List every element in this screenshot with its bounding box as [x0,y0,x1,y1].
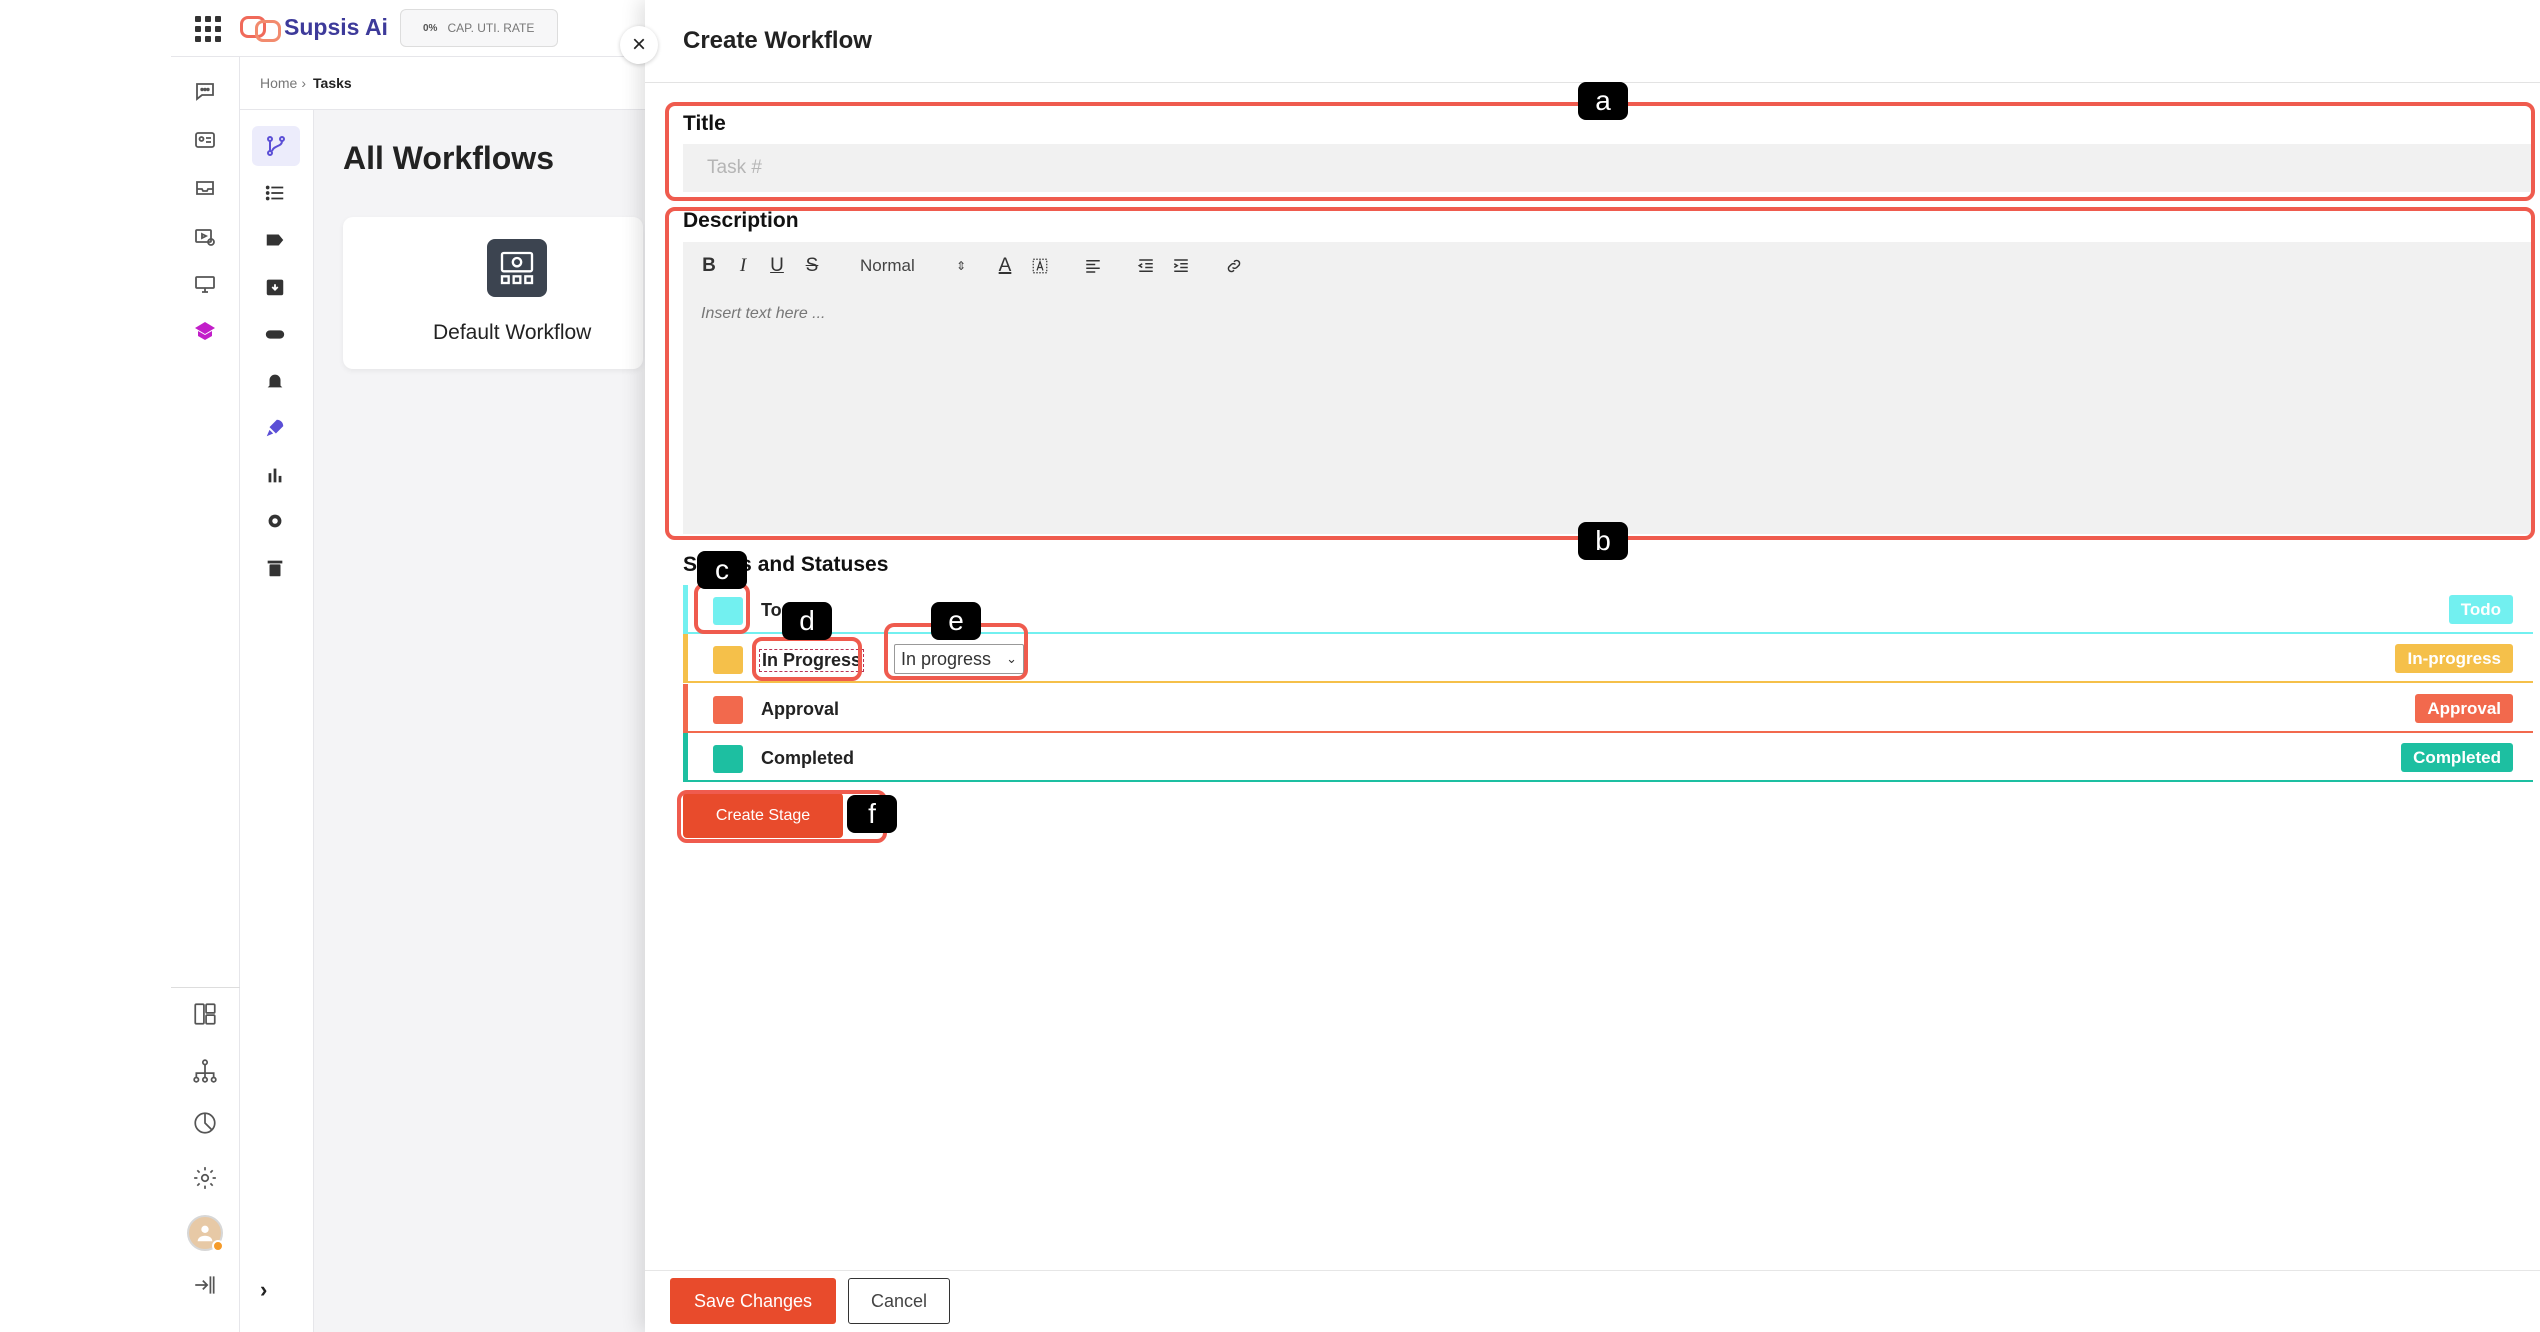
breadcrumb: Home › Tasks [240,57,651,110]
school-icon[interactable] [192,318,218,344]
strikethrough-button[interactable]: S [803,252,821,280]
logout-icon[interactable] [192,1272,218,1298]
create-stage-button[interactable]: Create Stage [683,793,843,838]
capacity-percent: 0% [423,22,438,34]
stage-name-input[interactable]: In Progress [759,649,865,672]
breadcrumb-separator: › [301,75,307,91]
inbox-icon[interactable] [192,175,218,201]
workflow-diagram-icon [487,239,547,297]
workflow-card-label: Default Workflow [433,321,592,344]
cancel-button[interactable]: Cancel [848,1278,950,1324]
brand-logo-icon [240,14,281,42]
status-badge: Approval [2415,694,2513,723]
settings-gear-icon[interactable] [192,1165,218,1191]
stage-row-completed[interactable]: Completed Completed [683,733,2533,782]
stage-status-select[interactable]: In progress ⌄ [894,644,1024,674]
contact-card-icon[interactable] [192,127,218,153]
save-changes-button[interactable]: Save Changes [670,1278,836,1324]
status-badge: In-progress [2395,644,2513,673]
description-placeholder: Insert text here ... [701,305,826,322]
status-badge: Todo [2448,595,2513,624]
outdent-icon[interactable] [1135,252,1157,280]
stage-name[interactable]: Completed [761,748,854,769]
media-settings-icon[interactable] [192,224,218,250]
title-input[interactable] [683,144,2533,192]
drawer-title: Create Workflow [683,27,872,54]
apps-grid-icon[interactable] [195,16,221,42]
pie-chart-icon[interactable] [192,1110,218,1136]
status-badge: Completed [2401,743,2513,772]
link-icon[interactable] [1223,252,1245,280]
stage-name[interactable]: Approval [761,699,839,720]
settings-icon[interactable] [262,508,288,534]
font-size-value: Normal [860,256,915,275]
annotation-tag-e: e [931,602,981,640]
underline-button[interactable]: U [768,252,786,280]
gamepad-icon[interactable] [262,321,288,347]
stage-color-swatch[interactable] [713,696,743,724]
archive-icon[interactable] [262,274,288,300]
layout-panels-icon[interactable] [192,1001,218,1027]
stage-row-approval[interactable]: Approval Approval [683,684,2533,733]
annotation-tag-b: b [1578,522,1628,560]
stage-status-value: In progress [901,648,992,669]
annotation-tag-f: f [847,795,897,833]
align-left-icon[interactable] [1082,252,1104,280]
background-color-icon[interactable] [1030,252,1050,280]
stage-color-swatch[interactable] [713,745,743,773]
capacity-utilization-badge[interactable]: 0% CAP. UTI. RATE [400,9,558,47]
rocket-icon[interactable] [262,415,288,441]
brand-name: Supsis Ai [284,13,388,40]
bar-chart-icon[interactable] [262,462,288,488]
capacity-label: CAP. UTI. RATE [447,21,535,35]
description-label: Description [683,209,799,232]
bold-button[interactable]: B [700,252,718,280]
italic-button[interactable]: I [734,252,752,280]
expand-chevron-icon[interactable]: › [260,1277,267,1303]
description-editor[interactable] [683,242,2533,534]
presence-status-icon [212,1240,224,1252]
list-icon[interactable] [262,180,288,206]
breadcrumb-home[interactable]: Home [260,75,297,91]
drawer-header [645,0,2540,83]
workflow-card-default[interactable]: Default Workflow [343,217,643,369]
close-icon[interactable]: × [620,26,658,64]
font-color-button[interactable]: A [995,252,1015,280]
annotation-tag-a: a [1578,82,1628,120]
title-label: Title [683,112,726,135]
trash-icon[interactable] [262,555,288,581]
bell-icon[interactable] [262,368,288,394]
workflow-icon[interactable] [252,126,300,166]
breadcrumb-current: Tasks [313,75,352,91]
annotation-tag-c: c [697,551,747,589]
annotation-tag-d: d [782,602,832,640]
select-updown-icon: ⇕ [955,259,966,273]
indent-icon[interactable] [1170,252,1192,280]
brand[interactable]: Supsis Ai [240,12,388,42]
stage-color-swatch[interactable] [713,646,743,674]
chat-icon[interactable] [192,78,218,104]
org-chart-icon[interactable] [192,1058,218,1084]
font-size-select[interactable]: Normal ⇕ [860,252,966,280]
stage-row-in-progress[interactable]: In Progress In progress ⌄ In-progress [683,634,2533,683]
chevron-down-icon: ⌄ [1006,651,1017,666]
monitor-icon[interactable] [192,271,218,297]
tag-icon[interactable] [262,227,288,253]
rail-divider [171,987,240,988]
page-title: All Workflows [343,140,554,176]
stage-color-swatch[interactable] [713,597,743,625]
